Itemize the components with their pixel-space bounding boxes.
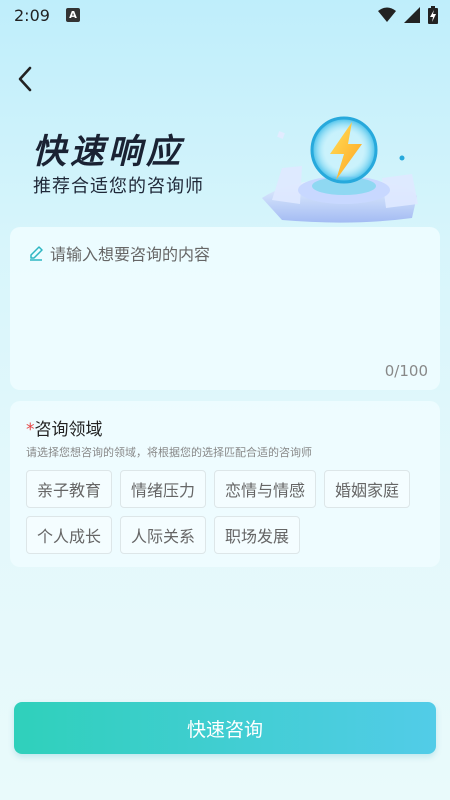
status-icons xyxy=(378,6,438,24)
tag-emotional-stress[interactable]: 情绪压力 xyxy=(120,470,207,508)
page-title: 快速响应 xyxy=(32,132,184,172)
back-button[interactable] xyxy=(14,64,38,94)
notification-a-icon: A xyxy=(65,8,80,22)
tag-interpersonal[interactable]: 人际关系 xyxy=(120,516,207,554)
input-placeholder-area[interactable]: 请输入想要咨询的内容 xyxy=(28,241,210,265)
pencil-icon xyxy=(30,246,43,261)
field-title-text: 咨询领域 xyxy=(34,420,103,440)
required-mark: * xyxy=(26,420,35,440)
char-counter: 0/100 xyxy=(384,362,428,380)
field-section: *咨询领域 请选择您想咨询的领域，将根据您的选择匹配合适的咨询师 亲子教育 情绪… xyxy=(10,401,440,567)
quick-consult-button[interactable]: 快速咨询 xyxy=(14,702,436,754)
field-tags: 亲子教育 情绪压力 恋情与情感 婚姻家庭 个人成长 人际关系 职场发展 xyxy=(26,470,426,554)
chevron-left-icon xyxy=(18,66,32,92)
tag-personal-growth[interactable]: 个人成长 xyxy=(26,516,113,554)
field-title: *咨询领域 xyxy=(26,415,424,440)
page-subtitle: 推荐合适您的咨询师 xyxy=(33,176,204,197)
tag-marriage-family[interactable]: 婚姻家庭 xyxy=(324,470,411,508)
tag-career[interactable]: 职场发展 xyxy=(214,516,301,554)
lightning-illustration-icon xyxy=(262,116,418,223)
status-bar: 2:09 A xyxy=(0,0,450,30)
input-placeholder-text: 请输入想要咨询的内容 xyxy=(50,245,211,264)
signal-icon xyxy=(404,7,420,23)
wifi-icon xyxy=(378,7,396,22)
status-time: 2:09 xyxy=(14,5,50,25)
battery-icon xyxy=(428,6,438,24)
tag-parenting[interactable]: 亲子教育 xyxy=(26,470,113,508)
tag-love-relationships[interactable]: 恋情与情感 xyxy=(214,470,317,508)
consultation-input[interactable]: 请输入想要咨询的内容 0/100 xyxy=(10,227,440,390)
field-description: 请选择您想咨询的领域，将根据您的选择匹配合适的咨询师 xyxy=(26,446,312,459)
